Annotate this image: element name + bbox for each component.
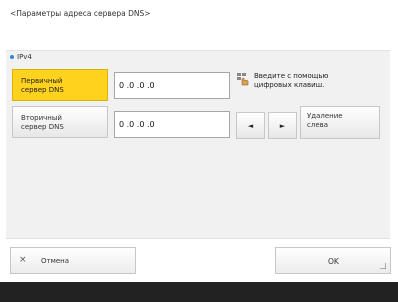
ipv4-section-header: IPv4 (10, 53, 32, 61)
close-icon: × (19, 255, 27, 265)
primary-dns-input[interactable]: 0 .0 .0 .0 (114, 72, 230, 99)
dns-settings-screen: <Параметры адреса сервера DNS> IPv4 Перв… (0, 0, 398, 302)
cursor-right-button[interactable]: ► (268, 112, 297, 139)
cancel-button[interactable]: × Отмена (10, 247, 136, 274)
keypad-hand-icon (237, 73, 249, 86)
ok-button[interactable]: OK (275, 247, 391, 274)
delete-left-label-line2: слева (307, 120, 329, 129)
secondary-dns-label-line1: Вторичный (21, 114, 62, 122)
hint-line1: Введите с помощью (254, 72, 329, 80)
primary-dns-label-line2: сервер DNS (21, 85, 64, 94)
cancel-label: Отмена (41, 257, 70, 265)
arrow-left-icon: ◄ (247, 121, 254, 130)
delete-left-button[interactable]: Удаление слева (300, 106, 380, 139)
delete-left-label-line1: Удаление (307, 112, 343, 120)
secondary-dns-button[interactable]: Вторичный сервер DNS (12, 106, 108, 138)
secondary-dns-label-line2: сервер DNS (21, 122, 64, 131)
section-label: IPv4 (17, 53, 32, 61)
cursor-left-button[interactable]: ◄ (236, 112, 265, 139)
ok-label: OK (328, 257, 339, 266)
bullet-icon (10, 55, 14, 59)
screen-title: <Параметры адреса сервера DNS> (10, 9, 151, 18)
hint-line2: цифровых клавиш. (254, 81, 325, 89)
secondary-dns-input[interactable]: 0 .0 .0 .0 (114, 111, 230, 138)
primary-dns-button[interactable]: Первичный сервер DNS (12, 69, 108, 101)
corner-indicator-icon (380, 263, 386, 269)
bottom-status-bar (0, 282, 398, 302)
hint: Введите с помощью цифровых клавиш. (236, 72, 386, 90)
arrow-right-icon: ► (279, 121, 286, 130)
primary-dns-label-line1: Первичный (21, 77, 63, 85)
